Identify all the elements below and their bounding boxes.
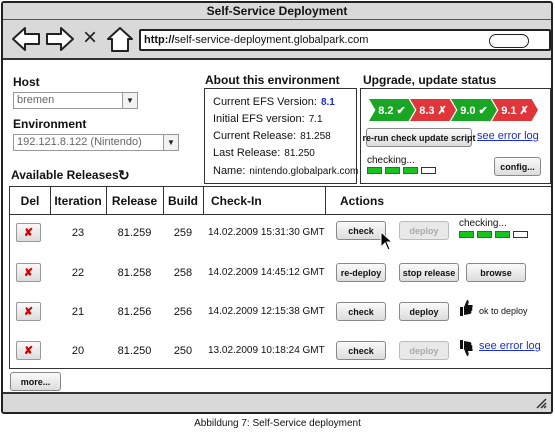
mouse-cursor-icon: [380, 231, 394, 251]
about-row-initial-efs: Initial EFS version: 7.1: [213, 113, 323, 125]
environment-label: Environment: [13, 117, 87, 131]
delete-button[interactable]: ✘: [16, 341, 41, 360]
releases-table: Del Iteration Release Build Check-In Act…: [9, 186, 551, 369]
progress-segment: [421, 167, 436, 174]
table-row: ✘ 23 81.259 259 14.02.2009 15:31:30 GMT …: [10, 215, 551, 253]
col-header-iteration: Iteration: [54, 193, 102, 208]
redeploy-button[interactable]: re-deploy: [336, 263, 386, 282]
check-button[interactable]: check: [336, 221, 386, 240]
host-select[interactable]: bremen ▼: [13, 92, 138, 109]
deploy-button[interactable]: deploy: [399, 302, 449, 321]
close-icon[interactable]: ×: [83, 25, 97, 51]
browser-toolbar: × http://self-service-deployment.globalp…: [3, 20, 551, 60]
delete-button[interactable]: ✘: [16, 302, 41, 321]
build-cell: 250: [173, 345, 193, 357]
releases-title: Available Releases: [11, 168, 119, 182]
host-value: bremen: [17, 94, 55, 106]
check-button[interactable]: check: [336, 302, 386, 321]
progress-segment: [477, 231, 492, 238]
build-cell: 258: [173, 267, 193, 279]
col-header-build: Build: [168, 193, 198, 208]
resize-grip-icon[interactable]: [535, 397, 547, 409]
checkin-cell: 13.02.2009 10:18:24 GMT: [208, 345, 325, 356]
row-error-log-link[interactable]: see error log: [479, 340, 541, 352]
chevron-down-icon: ▼: [163, 135, 178, 150]
checkin-cell: 14.02.2009 15:31:30 GMT: [208, 227, 325, 238]
about-title: About this environment: [205, 73, 340, 87]
release-cell: 81.259: [117, 227, 152, 239]
iteration-cell: 21: [71, 306, 85, 318]
col-header-actions: Actions: [340, 193, 385, 208]
back-arrow-icon[interactable]: [11, 25, 41, 53]
url-bar[interactable]: http://self-service-deployment.globalpar…: [139, 29, 551, 51]
build-cell: 259: [173, 227, 193, 239]
progress-segment: [513, 231, 528, 238]
environment-value: 192.121.8.122 (Nintendo): [17, 136, 142, 148]
row-checking-label: checking...: [459, 218, 507, 229]
version-chip-9-0: 9.0 ✔: [451, 99, 497, 121]
environment-select[interactable]: 192.121.8.122 (Nintendo) ▼: [13, 134, 179, 151]
status-panel: 8.2 ✔ 8.3 ✗ 9.0 ✔ 9.1 ✗ re-run check upd…: [360, 88, 551, 184]
checkin-cell: 14.02.2009 12:15:38 GMT: [208, 306, 325, 317]
version-chip-8-3: 8.3 ✗: [410, 99, 456, 121]
error-log-link[interactable]: see error log: [477, 130, 539, 142]
deploy-button[interactable]: deploy: [399, 341, 449, 360]
progress-segment: [459, 231, 474, 238]
version-chip-8-2: 8.2 ✔: [369, 99, 415, 121]
table-row: ✘ 22 81.258 258 14.02.2009 14:45:12 GMT …: [10, 253, 551, 291]
table-row: ✘ 20 81.250 250 13.02.2009 10:18:24 GMT …: [10, 329, 551, 368]
check-button[interactable]: check: [336, 341, 386, 360]
build-cell: 256: [173, 306, 193, 318]
iteration-cell: 23: [71, 227, 85, 239]
about-row-last-release: Last Release: 81.250: [213, 147, 315, 159]
about-row-current-release: Current Release: 81.258: [213, 130, 331, 142]
about-row-current-efs: Current EFS Version: 8.1: [213, 96, 335, 108]
about-row-name: Name: nintendo.globalpark.com: [213, 165, 359, 177]
status-checking-label: checking...: [367, 155, 415, 166]
refresh-icon[interactable]: ↻: [118, 167, 130, 184]
url-host: self-service-deployment.globalpark.com: [174, 34, 369, 46]
delete-button[interactable]: ✘: [16, 263, 41, 282]
home-icon[interactable]: [105, 25, 135, 53]
row-progress-bar: [459, 231, 528, 238]
host-label: Host: [13, 75, 40, 89]
release-cell: 81.250: [117, 345, 152, 357]
progress-segment: [495, 231, 510, 238]
table-row: ✘ 21 81.256 256 14.02.2009 12:15:38 GMT …: [10, 291, 551, 329]
search-icon[interactable]: [489, 34, 529, 48]
col-header-checkin: Check-In: [211, 193, 262, 208]
iteration-cell: 20: [71, 345, 85, 357]
window-title: Self-Service Deployment: [3, 3, 551, 20]
col-header-release: Release: [111, 193, 158, 208]
iteration-cell: 22: [71, 267, 85, 279]
delete-button[interactable]: ✘: [16, 223, 41, 242]
chevron-down-icon: ▼: [122, 93, 137, 108]
status-bar: [3, 392, 551, 412]
status-title: Upgrade, update status: [363, 73, 497, 87]
stop-release-button[interactable]: stop release: [399, 263, 459, 282]
more-button[interactable]: more...: [10, 372, 61, 391]
config-button[interactable]: config...: [494, 157, 541, 176]
progress-segment: [367, 167, 382, 174]
browse-button[interactable]: browse: [466, 263, 526, 282]
version-chip-9-1: 9.1 ✗: [492, 99, 538, 121]
checkin-cell: 14.02.2009 14:45:12 GMT: [208, 267, 325, 278]
figure-caption: Abbildung 7: Self-Service deployment: [194, 418, 361, 429]
status-progress-bar: [367, 167, 436, 174]
rerun-check-button[interactable]: re-run check update script: [362, 128, 476, 147]
release-cell: 81.258: [117, 267, 152, 279]
url-protocol: http://: [144, 34, 175, 46]
progress-segment: [403, 167, 418, 174]
deploy-button[interactable]: deploy: [399, 221, 449, 240]
release-cell: 81.256: [117, 306, 152, 318]
col-header-del: Del: [20, 193, 40, 208]
ok-to-deploy-label: ok to deploy: [479, 306, 528, 316]
thumbs-up-icon: [460, 300, 473, 316]
about-panel: Current EFS Version: 8.1 Initial EFS vers…: [204, 88, 359, 184]
progress-segment: [385, 167, 400, 174]
thumbs-down-icon: [460, 340, 473, 356]
browser-window: Self-Service Deployment × http://self-se…: [1, 1, 553, 414]
forward-arrow-icon[interactable]: [45, 25, 75, 53]
